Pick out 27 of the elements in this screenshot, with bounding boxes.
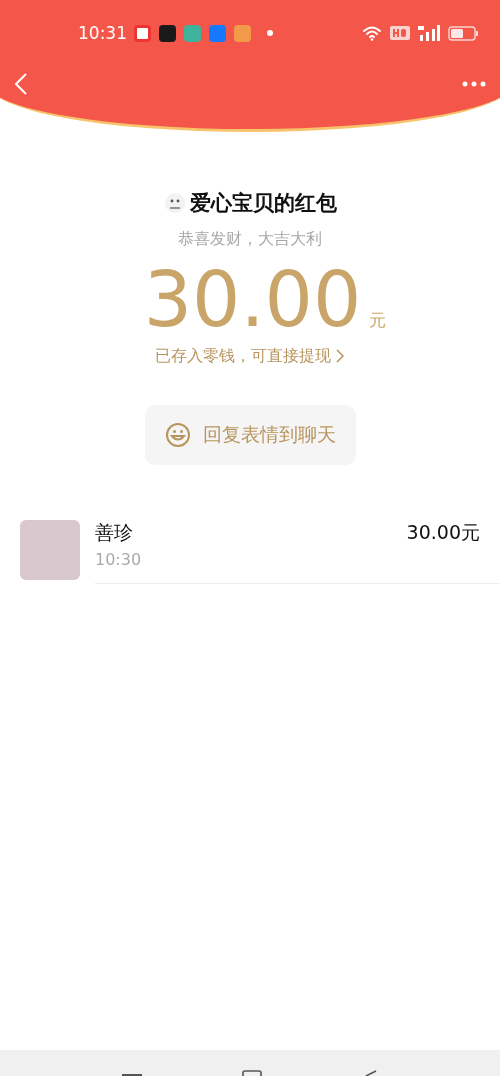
wallet-link[interactable]: 已存入零钱，可直接提现 [155,345,345,367]
sender-name: 爱心宝贝的红包 [189,190,337,217]
status-time: 10:31 [78,23,128,43]
receive-time: 10:30 [95,549,143,569]
amount-value: 30.00 [143,258,362,342]
back-icon [14,72,28,96]
notification-dot-icon [267,30,273,36]
sender-avatar-icon [163,192,186,214]
amount-unit: 元 [369,309,387,332]
receiver-name: 善珍 [95,519,133,545]
more-icon [462,81,486,87]
battery-icon [448,25,478,41]
chevron-icon [335,348,345,365]
app-icon [234,24,251,42]
smiley-icon [164,421,191,448]
greeting-text: 恭喜发财，大吉大利 [177,229,323,250]
home-icon[interactable] [242,1070,262,1076]
app-icon [209,24,226,42]
signal-icon [418,25,440,41]
received-amount: 30.00元 [406,519,480,545]
hd-icon [390,26,410,40]
wifi-icon [362,25,382,41]
app-icon [184,24,201,42]
reply-sticker-button[interactable]: 回复表情到聊天 [144,404,356,465]
app-icon [134,24,151,42]
app-icon [159,24,176,42]
photo-placeholder [20,519,80,580]
